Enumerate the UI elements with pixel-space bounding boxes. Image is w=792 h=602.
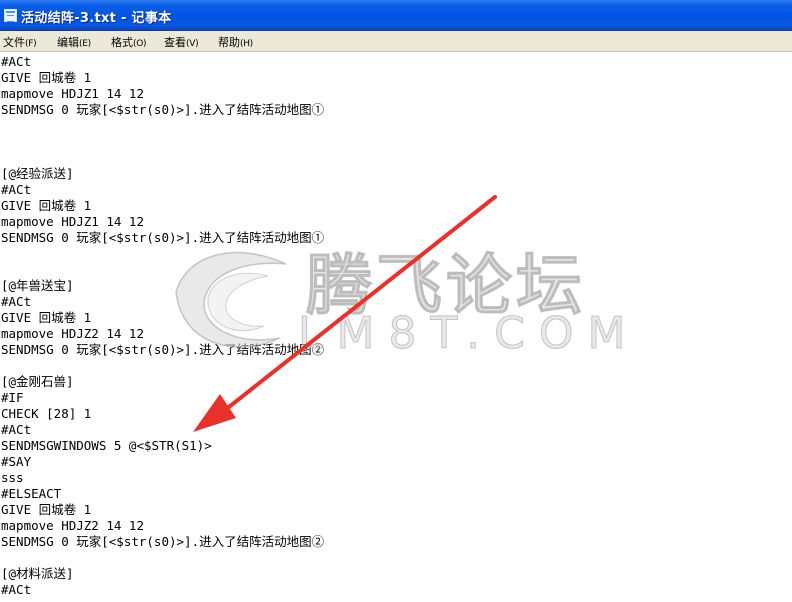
notepad-icon[interactable]: [4, 9, 17, 22]
text-line: GIVE 回城卷 1: [1, 70, 92, 85]
menu-format[interactable]: 格式(O): [111, 34, 147, 50]
text-editor[interactable]: #ACt GIVE 回城卷 1 mapmove HDJZ1 14 12 SEND…: [0, 52, 792, 602]
text-line: mapmove HDJZ2 14 12: [1, 518, 144, 533]
text-line: #ACt: [1, 182, 32, 197]
text-line: #ACt: [1, 54, 32, 69]
text-line: mapmove HDJZ2 14 12: [1, 326, 144, 341]
text-line: #IF: [1, 390, 24, 405]
text-line: [@经验派送]: [1, 166, 74, 181]
text-line: GIVE 回城卷 1: [1, 502, 92, 517]
menu-help[interactable]: 帮助(H): [218, 34, 253, 50]
text-line: #ELSEACT: [1, 486, 62, 501]
menu-view[interactable]: 查看(V): [164, 34, 199, 50]
text-line: SENDMSG 0 玩家[<$str(s0)>].进入了结阵活动地图②: [1, 534, 325, 549]
text-line: GIVE 回城卷 1: [1, 198, 92, 213]
text-line: mapmove HDJZ1 14 12: [1, 214, 144, 229]
text-line: CHECK [28] 1: [1, 406, 92, 421]
menu-file[interactable]: 文件(F): [3, 34, 37, 50]
text-line: #ACt: [1, 582, 32, 597]
title-bar[interactable]: 活动结阵-3.txt - 记事本: [0, 0, 792, 31]
menu-edit[interactable]: 编辑(E): [57, 34, 91, 50]
text-line: [@材料派送]: [1, 566, 74, 581]
text-line: SENDMSG 0 玩家[<$str(s0)>].进入了结阵活动地图①: [1, 230, 325, 245]
text-line: #ACt: [1, 294, 32, 309]
text-line: SENDMSGWINDOWS 5 @<$STR(S1)>: [1, 438, 212, 453]
text-line: #SAY: [1, 454, 32, 469]
text-line: #ACt: [1, 422, 32, 437]
text-line: [@金刚石兽]: [1, 374, 74, 389]
text-line: GIVE 回城卷 1: [1, 310, 92, 325]
text-line: [@年兽送宝]: [1, 278, 74, 293]
text-line: SENDMSG 0 玩家[<$str(s0)>].进入了结阵活动地图①: [1, 102, 325, 117]
text-line: mapmove HDJZ1 14 12: [1, 86, 144, 101]
menu-bar: 文件(F) 编辑(E) 格式(O) 查看(V) 帮助(H): [0, 31, 792, 52]
text-line: SENDMSG 0 玩家[<$str(s0)>].进入了结阵活动地图②: [1, 342, 325, 357]
window-title: 活动结阵-3.txt - 记事本: [21, 11, 172, 26]
text-line: sss: [1, 470, 24, 485]
